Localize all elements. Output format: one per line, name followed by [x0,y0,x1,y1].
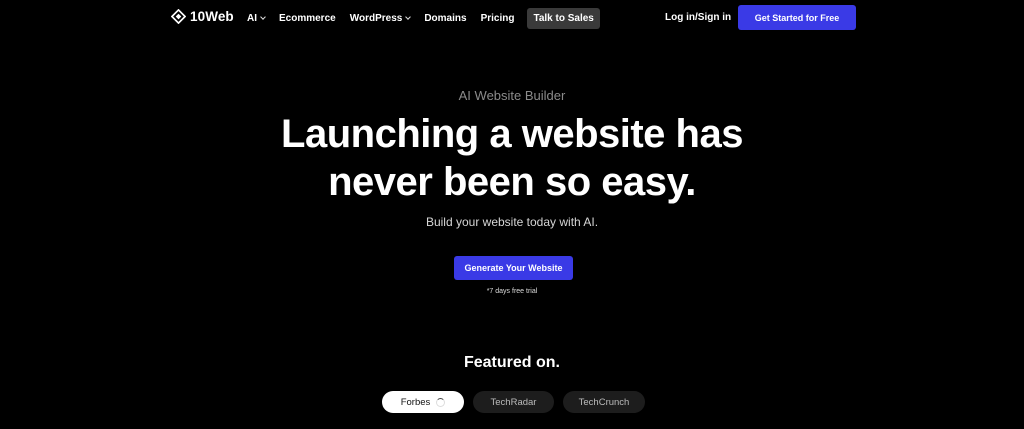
nav-item-wordpress[interactable]: WordPress [349,12,412,24]
pill-techradar[interactable]: TechRadar [473,391,554,413]
nav-item-ai[interactable]: AI [247,12,266,24]
top-nav: 10Web AI Ecommerce WordPress Domains Pri… [0,0,1024,36]
pill-label: TechRadar [490,396,537,408]
featured-title: Featured on. [463,354,560,371]
nav-item-label: Pricing [480,12,515,24]
logo[interactable]: 10Web [171,9,234,24]
headline-line-2: never been so easy. [328,160,696,204]
chevron-down-icon [405,13,412,20]
loading-spinner-icon [436,397,446,407]
login-link[interactable]: Log in/Sign in [665,12,731,23]
nav-item-label: AI [247,12,257,24]
hero-subhead: Build your website today with AI. [425,215,599,229]
chevron-down-icon [260,13,266,20]
hero-headline: Launching a website has never been so ea… [0,110,1024,206]
pill-label: TechCrunch [578,396,630,408]
nav-item-pricing[interactable]: Pricing [481,13,515,24]
hero-eyebrow: AI Website Builder [458,88,566,103]
logo-icon [171,9,186,24]
talk-to-sales-button[interactable]: Talk to Sales [527,7,600,29]
nav-item-label: WordPress [349,12,403,24]
nav-item-domains[interactable]: Domains [424,13,466,24]
pill-techcrunch[interactable]: TechCrunch [563,391,645,413]
nav-item-label: Domains [424,12,467,24]
nav-links: AI Ecommerce WordPress Domains Pricing T… [247,0,600,36]
get-started-button[interactable]: Get Started for Free [738,5,856,30]
pill-label: Forbes [400,396,431,408]
logo-text: 10Web [190,9,234,24]
trial-note: *7 days free trial [486,288,538,295]
nav-item-ecommerce[interactable]: Ecommerce [279,13,336,24]
generate-website-button[interactable]: Generate Your Website [454,256,573,280]
featured-pills: Forbes TechRadar TechCrunch [382,391,645,413]
headline-line-1: Launching a website has [281,112,743,156]
pill-forbes[interactable]: Forbes [382,391,464,413]
nav-item-label: Ecommerce [279,12,336,24]
